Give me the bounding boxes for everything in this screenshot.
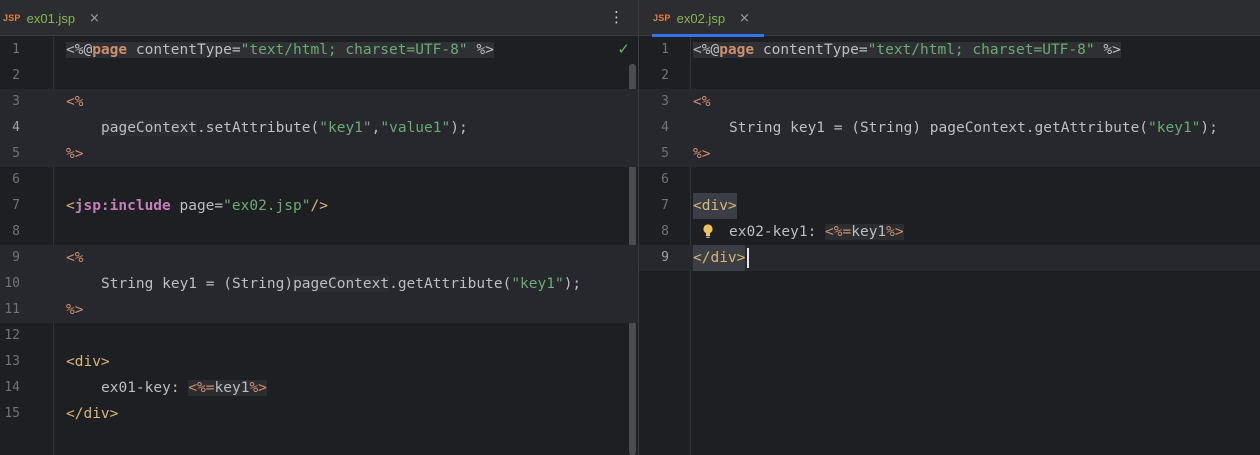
- code-text: ex01-key: <%=key1%>: [101, 380, 267, 396]
- tab-bar: JSP ex02.jsp ×: [639, 0, 1260, 37]
- line-number: 1: [661, 42, 669, 57]
- code-line: 3 <%: [0, 89, 638, 115]
- code-line: 7 <jsp:include page="ex02.jsp"/>: [0, 193, 638, 219]
- line-number: 10: [4, 276, 20, 291]
- line-number: 4: [12, 120, 20, 135]
- code-text: <%: [693, 94, 711, 110]
- code-line: 9 <%: [0, 245, 638, 271]
- line-number: 1: [12, 42, 20, 57]
- code-line: 2: [639, 63, 1260, 89]
- code-text: %>: [66, 302, 84, 318]
- tab-label: ex02.jsp: [676, 10, 726, 26]
- code-editor[interactable]: ✓ 1 <%@page contentType="text/html; char…: [0, 37, 638, 455]
- line-number: 7: [12, 198, 20, 213]
- code-line: 14 ex01-key: <%=key1%>: [0, 375, 638, 401]
- tab-ex02[interactable]: JSP ex02.jsp ×: [652, 0, 764, 37]
- code-text: <%: [66, 250, 84, 266]
- more-options-icon[interactable]: ⋮: [609, 8, 624, 26]
- line-number: 12: [4, 328, 20, 343]
- code-line-current: 9 </div>: [639, 245, 1260, 271]
- line-number: 3: [661, 94, 669, 109]
- code-text: ex02-key1: <%=key1%>: [729, 224, 904, 240]
- line-number: 5: [661, 146, 669, 161]
- code-text: %>: [66, 146, 84, 162]
- code-line: 1 <%@page contentType="text/html; charse…: [0, 37, 638, 63]
- code-line: 1 <%@page contentType="text/html; charse…: [639, 37, 1260, 63]
- code-line: 4 String key1 = (String) pageContext.get…: [639, 115, 1260, 141]
- code-line: 3 <%: [639, 89, 1260, 115]
- text-caret: [747, 248, 749, 268]
- close-icon[interactable]: ×: [739, 11, 750, 26]
- code-line-current: 4 pageContext.setAttribute("key1","value…: [0, 115, 638, 141]
- tab-bar: JSP ex01.jsp × ⋮: [0, 0, 638, 36]
- code-text: </div>: [693, 245, 746, 271]
- code-editor[interactable]: 1 <%@page contentType="text/html; charse…: [639, 37, 1260, 455]
- lightbulb-icon[interactable]: [701, 219, 715, 245]
- code-line: 13 <div>: [0, 349, 638, 375]
- line-number: 13: [4, 354, 20, 369]
- code-text: <%: [66, 94, 84, 110]
- code-line: 11 %>: [0, 297, 638, 323]
- line-number: 3: [12, 94, 20, 109]
- code-text: <%@page contentType="text/html; charset=…: [693, 42, 1121, 58]
- code-line: 5 %>: [0, 141, 638, 167]
- tab-label: ex01.jsp: [26, 10, 76, 26]
- code-line: 8: [0, 219, 638, 245]
- line-number: 7: [661, 198, 669, 213]
- line-number: 5: [12, 146, 20, 161]
- code-text: String key1 = (String)pageContext.getAtt…: [101, 276, 582, 292]
- code-line: 6: [639, 167, 1260, 193]
- line-number: 6: [12, 172, 20, 187]
- code-line: 7 <div>: [639, 193, 1260, 219]
- line-number: 9: [12, 250, 20, 265]
- line-number: 15: [4, 406, 20, 421]
- code-line: 15 </div>: [0, 401, 638, 427]
- line-number: 4: [661, 120, 669, 135]
- code-line: 6: [0, 167, 638, 193]
- close-icon[interactable]: ×: [89, 11, 100, 26]
- editor-pane-ex02: JSP ex02.jsp × 1 <%@page contentType="te…: [639, 0, 1260, 455]
- code-text: %>: [693, 146, 711, 162]
- code-line: 12: [0, 323, 638, 349]
- jsp-file-icon: JSP: [653, 13, 671, 23]
- code-text: </div>: [66, 406, 119, 422]
- editor-split-view: JSP ex01.jsp × ⋮ ✓ 1 <%@page contentType…: [0, 0, 1260, 455]
- code-line: 2: [0, 63, 638, 89]
- line-number: 11: [4, 302, 20, 317]
- tab-ex01[interactable]: JSP ex01.jsp ×: [2, 0, 100, 36]
- line-number: 14: [4, 380, 20, 395]
- code-text: <jsp:include page="ex02.jsp"/>: [66, 198, 328, 214]
- line-number: 8: [661, 224, 669, 239]
- code-line: 8 ex02-key1: <%=key1%>: [639, 219, 1260, 245]
- code-text: pageContext.setAttribute("key1","value1"…: [101, 120, 468, 136]
- line-number: 9: [661, 250, 669, 265]
- line-number: 2: [661, 68, 669, 83]
- jsp-file-icon: JSP: [3, 13, 21, 23]
- line-number: 6: [661, 172, 669, 187]
- code-line: 5 %>: [639, 141, 1260, 167]
- line-number: 2: [12, 68, 20, 83]
- code-text: <div>: [66, 354, 110, 370]
- code-text: <div>: [693, 193, 737, 219]
- editor-pane-ex01: JSP ex01.jsp × ⋮ ✓ 1 <%@page contentType…: [0, 0, 638, 455]
- code-text: <%@page contentType="text/html; charset=…: [66, 42, 494, 58]
- line-number: 8: [12, 224, 20, 239]
- code-text: String key1 = (String) pageContext.getAt…: [729, 120, 1218, 136]
- code-line: 10 String key1 = (String)pageContext.get…: [0, 271, 638, 297]
